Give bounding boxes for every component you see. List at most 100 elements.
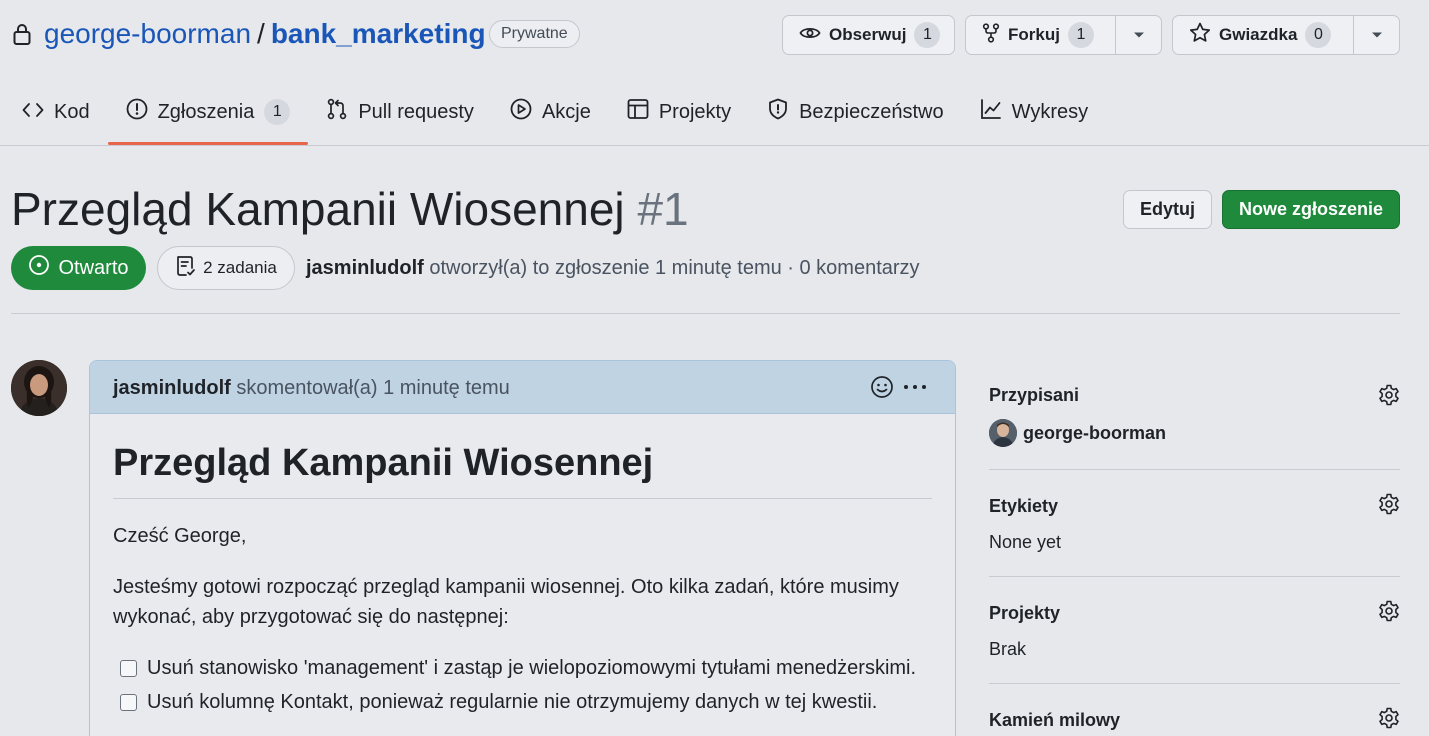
star-label: Gwiazdka xyxy=(1219,25,1298,44)
assignee-name: george-boorman xyxy=(1023,422,1167,443)
fork-button-group: Forkuj 1 xyxy=(965,15,1162,55)
fork-label: Forkuj xyxy=(1008,25,1060,44)
repo-nav: Kod Zgłoszenia 1 Pull requesty Akcje Pro… xyxy=(0,88,1106,146)
assignee-item[interactable]: george-boorman xyxy=(989,419,1166,447)
play-icon xyxy=(510,98,532,126)
new-issue-button[interactable]: Nowe zgłoszenie xyxy=(1222,190,1400,229)
comment-header: jasminludolf skomentował(a) 1 minutę tem… xyxy=(90,361,955,414)
task-text: Usuń kolumnę Kontakt, ponieważ regularni… xyxy=(147,690,878,713)
avatar[interactable] xyxy=(11,360,67,416)
sidebar-projects-value: Brak xyxy=(989,639,1027,659)
star-count: 0 xyxy=(1305,22,1332,48)
comment-action-text: skomentował(a) 1 minutę temu xyxy=(236,377,510,399)
watch-label: Obserwuj xyxy=(829,25,907,44)
fork-dropdown-button[interactable] xyxy=(1115,16,1161,54)
repo-header: george-boorman / bank_marketing Prywatne O… xyxy=(0,0,1429,146)
avatar xyxy=(989,419,1017,447)
table-icon xyxy=(627,98,649,126)
sidebar-milestone: Kamień milowy xyxy=(989,684,1400,736)
repo-path-separator: / xyxy=(257,18,265,49)
task-text: Usuń stanowisko 'management' i zastąp je… xyxy=(147,656,917,679)
status-label: Otwarto xyxy=(58,256,129,279)
comment-author-line: jasminludolf skomentował(a) 1 minutę tem… xyxy=(113,376,510,400)
tab-issues-label: Zgłoszenia xyxy=(157,100,255,123)
issue-title: Przegląd Kampanii Wiosennej #1 xyxy=(11,180,689,238)
eye-icon xyxy=(799,25,821,46)
sidebar-milestone-heading: Kamień milowy xyxy=(989,710,1121,730)
task-item: Usuń stanowisko 'management' i zastąp je… xyxy=(113,651,932,685)
tab-pull-requests-label: Pull requesty xyxy=(358,100,474,123)
tab-security[interactable]: Bezpieczeństwo xyxy=(749,88,962,136)
sidebar-projects-heading: Projekty xyxy=(989,603,1061,623)
gear-icon[interactable] xyxy=(1378,707,1400,734)
repo-forked-icon xyxy=(982,22,1000,48)
comment-intro: Jesteśmy gotowi rozpocząć przegląd kampa… xyxy=(113,576,899,628)
status-badge: Otwarto xyxy=(11,246,146,290)
comment-body: Przegląd Kampanii Wiosennej Cześć George… xyxy=(90,438,955,719)
issue-title-text: Przegląd Kampanii Wiosennej xyxy=(11,183,625,235)
divider xyxy=(11,313,1400,314)
tab-actions[interactable]: Akcje xyxy=(492,88,609,136)
triangle-down-icon xyxy=(1133,26,1145,44)
task-checkbox[interactable] xyxy=(120,693,137,711)
sidebar-labels-heading: Etykiety xyxy=(989,496,1059,516)
tasks-label: 2 zadania xyxy=(203,258,277,277)
issue-number: #1 xyxy=(637,183,689,235)
task-list: Usuń stanowisko 'management' i zastąp je… xyxy=(113,651,932,719)
tab-insights[interactable]: Wykresy xyxy=(962,88,1106,136)
edit-button[interactable]: Edytuj xyxy=(1123,190,1212,229)
sidebar-labels: Etykiety None yet xyxy=(989,470,1400,577)
sidebar-assignees: Przypisani george-boorman xyxy=(989,360,1400,470)
task-item: Usuń kolumnę Kontakt, ponieważ regularni… xyxy=(113,685,932,719)
star-icon xyxy=(1189,22,1211,48)
task-checkbox[interactable] xyxy=(120,659,137,677)
watch-count: 1 xyxy=(914,22,941,48)
gear-icon[interactable] xyxy=(1378,600,1400,627)
tab-actions-label: Akcje xyxy=(541,100,591,123)
kebab-horizontal-icon[interactable] xyxy=(902,375,928,404)
visibility-badge: Prywatne xyxy=(489,20,580,48)
fork-button[interactable]: Forkuj 1 xyxy=(966,16,1115,54)
tab-issues-count: 1 xyxy=(264,99,291,125)
star-dropdown-button[interactable] xyxy=(1353,16,1399,54)
repo-owner-link[interactable]: george-boorman xyxy=(44,18,251,49)
issue-opened-icon xyxy=(28,254,50,282)
gear-icon[interactable] xyxy=(1378,493,1400,520)
tasklist-icon xyxy=(175,255,195,282)
issue-author-link[interactable]: jasminludolf xyxy=(306,257,424,279)
watch-button[interactable]: Obserwuj 1 xyxy=(783,16,954,54)
sidebar-labels-value: None yet xyxy=(989,532,1062,552)
sidebar-projects: Projekty Brak xyxy=(989,577,1400,684)
fork-count: 1 xyxy=(1067,22,1094,48)
shield-icon xyxy=(767,98,789,126)
watch-button-group: Obserwuj 1 xyxy=(782,15,955,55)
git-pull-request-icon xyxy=(326,98,348,126)
comment: jasminludolf skomentował(a) 1 minutę tem… xyxy=(89,360,956,736)
repo-breadcrumb: george-boorman / bank_marketing xyxy=(44,16,486,52)
issue-meta-text: otworzył(a) to zgłoszenie 1 minutę temu … xyxy=(429,257,920,279)
triangle-down-icon xyxy=(1371,26,1383,44)
comment-greeting: Cześć George, xyxy=(113,525,247,547)
issue-sidebar: Przypisani george-boorman Etykiety None … xyxy=(989,360,1400,736)
tab-insights-label: Wykresy xyxy=(1011,100,1089,123)
tasks-badge[interactable]: 2 zadania xyxy=(157,246,295,290)
comment-heading: Przegląd Kampanii Wiosennej xyxy=(113,438,932,499)
tab-security-label: Bezpieczeństwo xyxy=(799,100,944,123)
star-button[interactable]: Gwiazdka 0 xyxy=(1173,16,1353,54)
lock-icon xyxy=(12,22,32,51)
repo-name-link[interactable]: bank_marketing xyxy=(271,18,486,49)
tab-code[interactable]: Kod xyxy=(0,88,108,136)
tab-pull-requests[interactable]: Pull requesty xyxy=(308,88,492,136)
graph-icon xyxy=(980,98,1002,126)
star-button-group: Gwiazdka 0 xyxy=(1172,15,1400,55)
smiley-icon[interactable] xyxy=(870,375,894,404)
tab-projects[interactable]: Projekty xyxy=(609,88,749,136)
tab-projects-label: Projekty xyxy=(658,100,732,123)
code-icon xyxy=(22,101,44,124)
tab-issues[interactable]: Zgłoszenia 1 xyxy=(107,88,309,145)
issue-opened-icon xyxy=(126,98,148,126)
issue-meta: jasminludolf otworzył(a) to zgłoszenie 1… xyxy=(306,256,920,280)
tab-code-label: Kod xyxy=(54,100,90,123)
comment-author-link[interactable]: jasminludolf xyxy=(113,377,231,399)
gear-icon[interactable] xyxy=(1378,384,1400,411)
